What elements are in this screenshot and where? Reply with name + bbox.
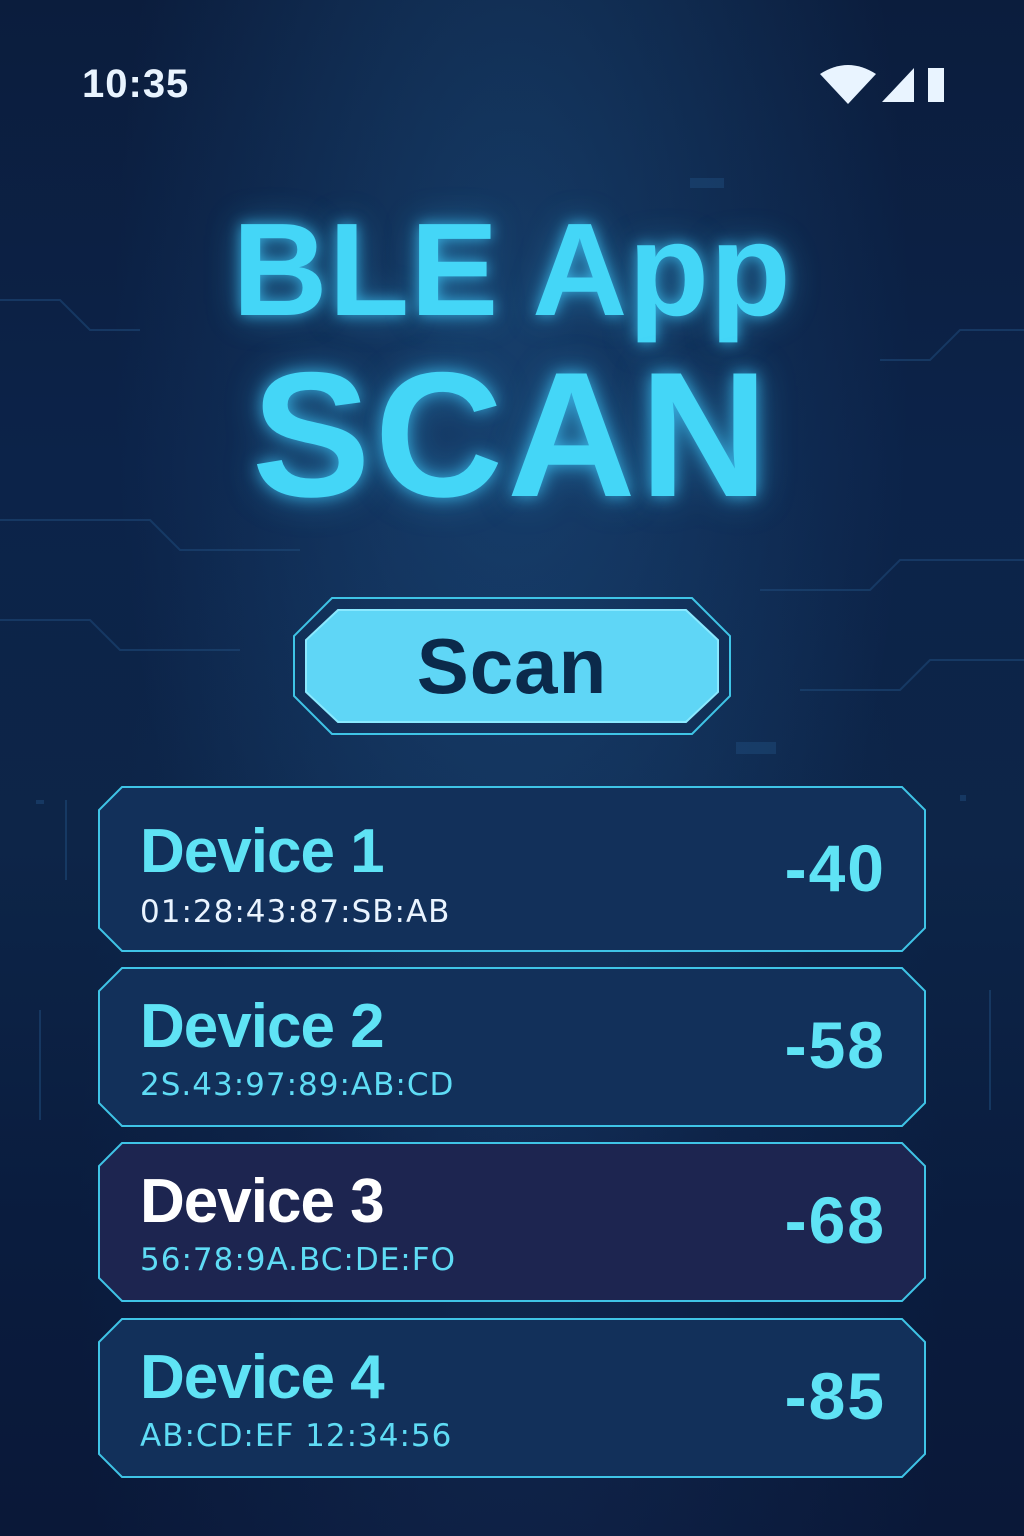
device-mac-address: AB:CD:EF 12:34:56: [140, 1418, 453, 1454]
scan-button-label: Scan: [416, 622, 608, 710]
signal-icon: [880, 64, 916, 106]
device-card-1[interactable]: Device 1 01:28:43:87:SB:AB -40: [98, 786, 926, 952]
status-icons: [818, 64, 948, 106]
device-list: Device 1 01:28:43:87:SB:AB -40 Device 2 …: [98, 786, 926, 1486]
wifi-icon: [818, 64, 878, 106]
device-name: Device 1: [140, 817, 385, 886]
device-rssi: -40: [784, 831, 886, 905]
device-mac-address: 2S.43:97:89:AB:CD: [140, 1067, 455, 1103]
status-bar: 10:35: [0, 0, 1024, 150]
device-rssi: -68: [784, 1183, 886, 1257]
app-title: BLE App: [232, 196, 792, 343]
title-block: BLE App SCAN: [0, 195, 1024, 525]
device-rssi: -58: [784, 1008, 886, 1082]
device-name: Device 4: [140, 1343, 385, 1412]
device-mac-address: 01:28:43:87:SB:AB: [140, 894, 451, 930]
device-card-4[interactable]: Device 4 AB:CD:EF 12:34:56 -85: [98, 1318, 926, 1478]
device-card-3[interactable]: Device 3 56:78:9A.BC:DE:FO -68: [98, 1142, 926, 1302]
status-time: 10:35: [82, 62, 190, 106]
app-subtitle: SCAN: [251, 335, 773, 534]
device-name: Device 2: [140, 992, 385, 1061]
device-name: Device 3: [140, 1167, 385, 1236]
battery-icon: [926, 64, 946, 106]
scan-button[interactable]: Scan: [292, 596, 732, 736]
device-mac-address: 56:78:9A.BC:DE:FO: [140, 1242, 456, 1278]
device-rssi: -85: [784, 1359, 886, 1433]
device-card-2[interactable]: Device 2 2S.43:97:89:AB:CD -58: [98, 967, 926, 1127]
